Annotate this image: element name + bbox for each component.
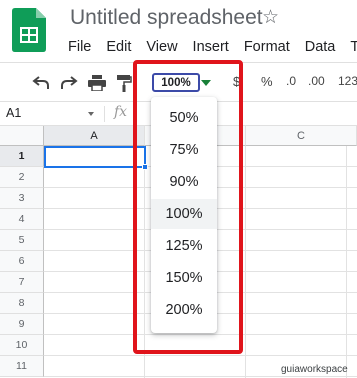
row-header-10[interactable]: 10 [0,335,44,356]
formula-divider [104,106,105,122]
sheets-logo-icon[interactable] [12,8,46,52]
zoom-option-200[interactable]: 200% [151,295,217,325]
currency-format-button[interactable]: $ [233,74,240,89]
menu-data[interactable]: Data [305,37,336,59]
menu-file[interactable]: File [68,37,91,59]
zoom-option-125[interactable]: 125% [151,231,217,261]
column-header-a[interactable]: A [44,126,145,146]
row-header-5[interactable]: 5 [0,230,44,251]
zoom-menu: 50% 75% 90% 100% 125% 150% 200% [151,97,217,333]
redo-icon[interactable] [58,72,80,94]
fill-handle[interactable] [142,164,148,170]
print-icon[interactable] [86,72,108,94]
document-title[interactable]: Untitled spreadsheet [70,6,263,30]
column-header-c[interactable]: C [246,126,357,146]
undo-icon[interactable] [30,72,52,94]
row-header-4[interactable]: 4 [0,209,44,230]
zoom-option-50[interactable]: 50% [151,103,217,133]
row-header-7[interactable]: 7 [0,272,44,293]
row-header-6[interactable]: 6 [0,251,44,272]
row-header-3[interactable]: 3 [0,188,44,209]
percent-format-button[interactable]: % [261,74,273,89]
menu-view[interactable]: View [146,37,177,59]
toolbar: 100% $ % .0 .00 123 [0,62,357,102]
paint-format-icon[interactable] [113,72,135,94]
menu-edit[interactable]: Edit [106,37,131,59]
zoom-select[interactable]: 100% [152,73,200,92]
selected-cell-a1[interactable] [44,146,146,168]
row-header-8[interactable]: 8 [0,293,44,314]
star-icon[interactable]: ☆ [262,6,279,29]
menu-format[interactable]: Format [244,37,290,59]
more-formats-button[interactable]: 123 [338,74,357,88]
fx-icon: fx [114,104,128,120]
decrease-decimals-button[interactable]: .0 [286,74,296,88]
menu-bar: File Edit View Insert Format Data To [68,37,357,59]
zoom-option-100[interactable]: 100% [151,199,217,229]
row-header-2[interactable]: 2 [0,167,44,188]
zoom-option-75[interactable]: 75% [151,135,217,165]
row-header-1[interactable]: 1 [0,146,44,167]
zoom-option-150[interactable]: 150% [151,263,217,293]
select-all-corner[interactable] [0,126,44,146]
row-header-9[interactable]: 9 [0,314,44,335]
menu-insert[interactable]: Insert [193,37,229,59]
name-box[interactable]: A1 [6,106,21,120]
increase-decimals-button[interactable]: .00 [308,74,325,88]
menu-tools[interactable]: To [350,37,357,59]
row-header-11[interactable]: 11 [0,356,44,377]
zoom-option-90[interactable]: 90% [151,167,217,197]
name-box-caret-icon[interactable] [88,112,94,116]
watermark: guiaworkspace [281,364,348,375]
zoom-dropdown-caret-icon[interactable] [201,80,211,86]
